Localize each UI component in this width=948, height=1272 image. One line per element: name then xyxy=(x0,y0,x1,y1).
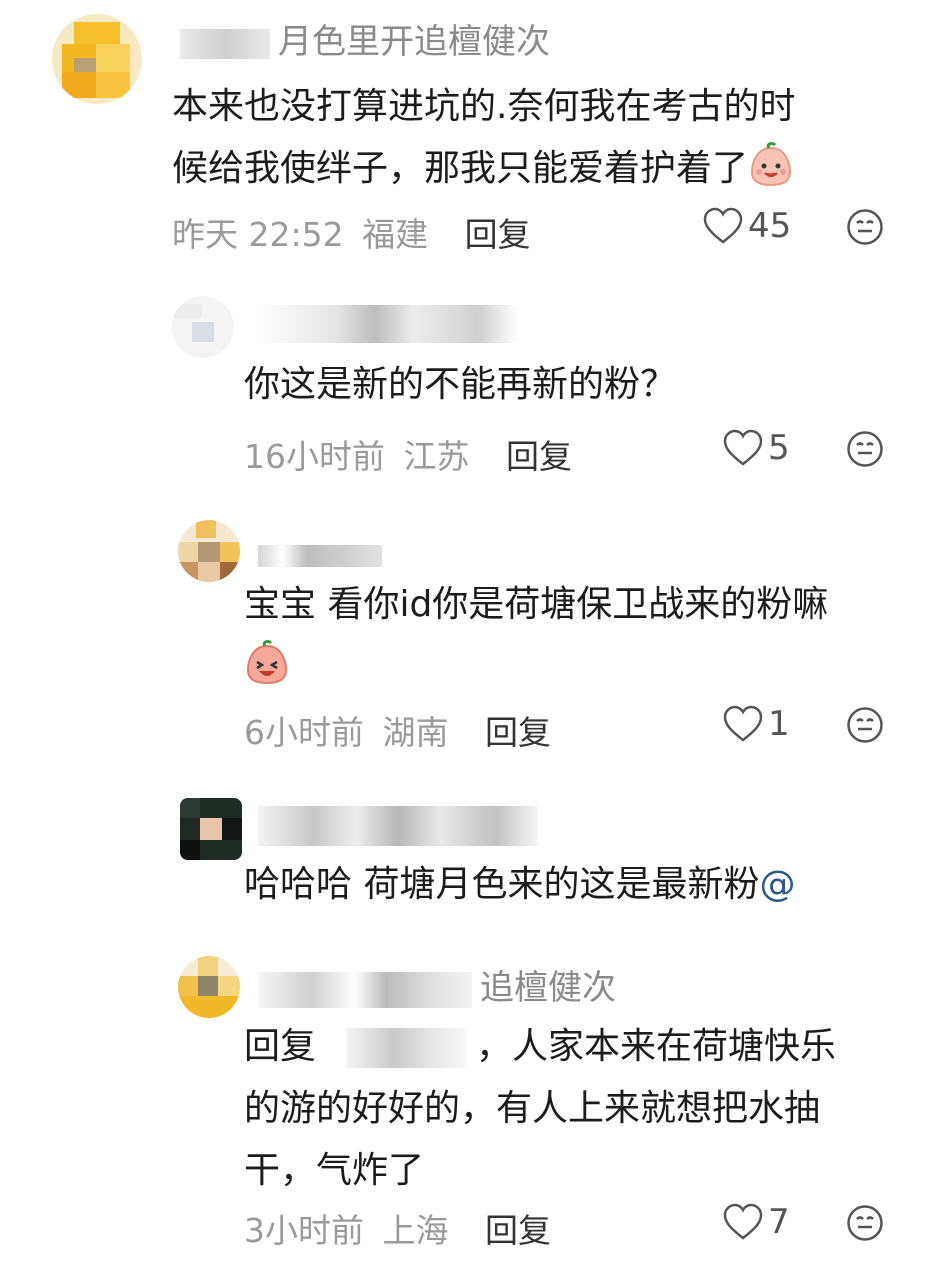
location: 福建 xyxy=(362,215,429,254)
smile-face-icon xyxy=(847,707,883,743)
reply-button[interactable]: 回复 xyxy=(465,215,531,254)
avatar[interactable] xyxy=(180,798,242,860)
peach-emoji xyxy=(748,142,794,188)
avatar-mosaic xyxy=(180,798,242,860)
reply-button[interactable]: 回复 xyxy=(485,1211,551,1250)
reaction-button[interactable] xyxy=(846,208,884,246)
peach-emoji xyxy=(244,640,290,686)
avatar-mosaic xyxy=(178,956,240,1018)
heart-icon xyxy=(703,207,743,244)
like-button[interactable]: 7 xyxy=(722,1202,790,1242)
blurred-name xyxy=(258,805,538,846)
smile-face-icon xyxy=(847,431,883,467)
blurred-mention xyxy=(346,1028,467,1068)
avatar-mosaic xyxy=(52,14,142,104)
reaction-button[interactable] xyxy=(846,1204,884,1242)
comment-meta: 3小时前 上海 回复 xyxy=(244,1204,551,1252)
reaction-button[interactable] xyxy=(846,706,884,744)
avatar[interactable] xyxy=(178,520,240,582)
smile-face-icon xyxy=(847,209,883,245)
username[interactable]: 月色里开追檀健次 xyxy=(180,14,550,63)
heart-icon xyxy=(723,705,763,742)
timestamp: 16小时前 xyxy=(244,437,385,476)
avatar-mosaic xyxy=(172,296,234,358)
blurred-name xyxy=(258,544,382,567)
comment-meta: 16小时前 江苏 回复 xyxy=(244,430,572,478)
smile-face-icon xyxy=(847,1205,883,1241)
location: 湖南 xyxy=(382,713,449,752)
avatar[interactable] xyxy=(52,14,142,104)
like-button[interactable]: 5 xyxy=(722,428,790,468)
reply-button[interactable]: 回复 xyxy=(506,437,572,476)
username[interactable] xyxy=(258,804,546,846)
like-count: 5 xyxy=(768,428,790,468)
avatar[interactable] xyxy=(172,296,234,358)
like-button[interactable]: 45 xyxy=(702,206,791,246)
comment-text: 回复 ，人家本来在荷塘快乐 的游的好好的，有人上来就想把水抽 干，气炸了 xyxy=(244,1026,837,1191)
comment-text: 哈哈哈 荷塘月色来的这是最新粉@ xyxy=(244,864,796,905)
avatar[interactable] xyxy=(178,956,240,1018)
mention-link[interactable]: @ xyxy=(759,864,795,905)
timestamp: 昨天 22:52 xyxy=(172,215,344,254)
username[interactable]: 追檀健次 xyxy=(258,960,616,1009)
comment-meta: 昨天 22:52 福建 回复 xyxy=(172,208,531,256)
comment-text: 你这是新的不能再新的粉？ xyxy=(244,364,677,405)
comment-text: 本来也没打算进坑的.奈何我在考古的时 候给我使绊子，那我只能爱着护着了 xyxy=(172,86,796,189)
comment-meta: 6小时前 湖南 回复 xyxy=(244,706,551,754)
blurred-name xyxy=(258,971,472,1008)
timestamp: 6小时前 xyxy=(244,713,364,752)
location: 上海 xyxy=(382,1211,449,1250)
avatar-mosaic xyxy=(178,520,240,582)
blurred-name xyxy=(258,304,518,343)
like-count: 45 xyxy=(748,206,792,246)
comment-text: 宝宝 看你id你是荷塘保卫战来的粉嘛 xyxy=(244,574,924,698)
like-count: 1 xyxy=(768,704,790,744)
heart-icon xyxy=(723,429,763,466)
blurred-name xyxy=(180,28,270,59)
username[interactable] xyxy=(258,534,390,574)
username[interactable] xyxy=(258,302,526,343)
reaction-button[interactable] xyxy=(846,430,884,468)
reply-button[interactable]: 回复 xyxy=(485,713,551,752)
like-count: 7 xyxy=(768,1202,790,1242)
timestamp: 3小时前 xyxy=(244,1211,364,1250)
heart-icon xyxy=(723,1203,763,1240)
like-button[interactable]: 1 xyxy=(722,704,790,744)
location: 江苏 xyxy=(403,437,470,476)
